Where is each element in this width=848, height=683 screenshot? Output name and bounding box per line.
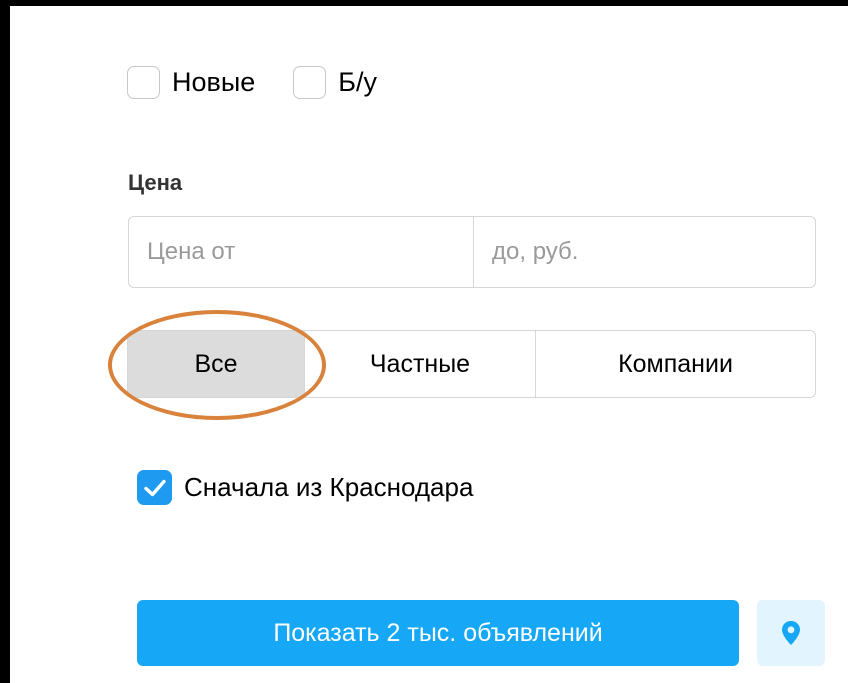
used-label: Б/у (338, 66, 378, 97)
seller-companies-button[interactable]: Компании (535, 331, 815, 397)
map-button[interactable] (757, 600, 825, 666)
seller-all-button[interactable]: Все (128, 331, 304, 397)
price-from-input[interactable] (129, 217, 474, 287)
seller-type-selector: Все Частные Компании (127, 330, 816, 398)
condition-used-option[interactable]: Б/у (293, 65, 378, 99)
price-range (128, 216, 816, 288)
local-first-label: Сначала из Краснодара (184, 472, 474, 502)
used-checkbox[interactable] (293, 65, 327, 99)
new-label: Новые (172, 66, 256, 97)
condition-filter: Новые Б/у (127, 62, 415, 102)
edge-divider (840, 340, 848, 380)
show-results-button[interactable]: Показать 2 тыс. объявлений (137, 600, 739, 666)
local-first-checkbox[interactable] (137, 470, 172, 505)
new-checkbox[interactable] (127, 65, 160, 99)
location-pin-icon (782, 621, 800, 645)
seller-private-button[interactable]: Частные (304, 331, 535, 397)
condition-new-option[interactable]: Новые (127, 65, 256, 99)
checkmark-icon (143, 479, 166, 496)
local-first-option[interactable]: Сначала из Краснодара (137, 470, 473, 505)
price-title: Цена (128, 170, 183, 195)
price-to-input[interactable] (474, 217, 815, 287)
